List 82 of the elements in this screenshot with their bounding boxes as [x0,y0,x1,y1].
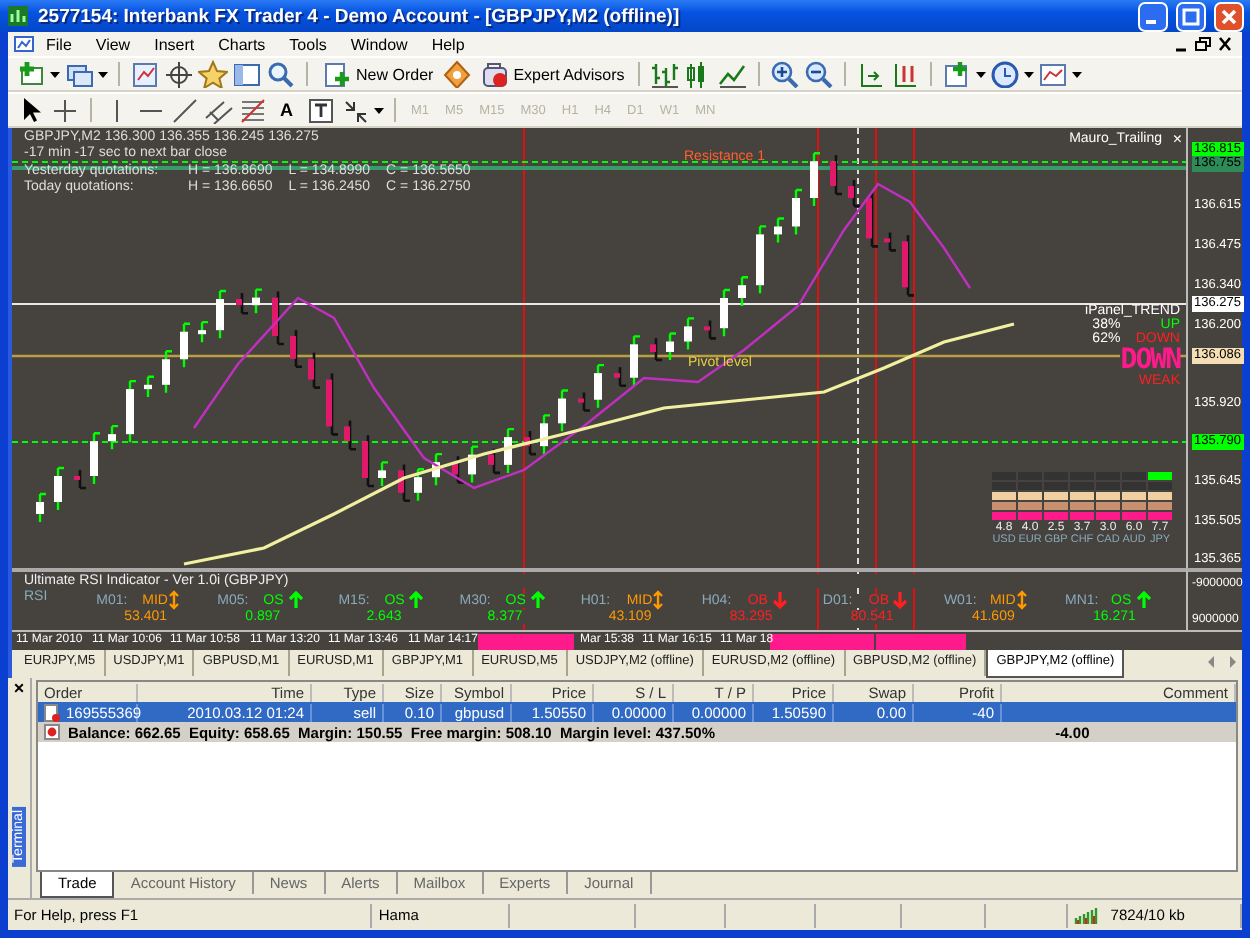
app-icon [6,4,30,28]
candle [558,389,570,433]
candle [774,217,786,244]
candle [902,234,916,297]
candle [884,231,898,252]
candle [198,320,210,344]
text-tool[interactable]: A [272,100,301,120]
candle [830,153,844,196]
candle [308,351,322,389]
candle [432,452,444,487]
trend-line-icon[interactable] [170,96,200,124]
candle [684,317,696,351]
window-title: 2577154: Interbank FX Trader 4 - Demo Account - [GBPJPY,M2 (offline)] [38,5,682,27]
search-icon[interactable] [266,60,296,88]
candle [126,379,138,444]
star-icon[interactable] [198,60,228,88]
channel-icon[interactable] [204,96,234,124]
close-icon[interactable] [1214,34,1236,54]
time-marker [478,634,574,650]
terminal-icon[interactable] [232,60,262,88]
crosshair-icon[interactable] [164,60,194,88]
line-chart-icon[interactable] [718,60,749,88]
candle [326,372,340,436]
templates-icon[interactable] [1038,60,1069,88]
arrows-icon[interactable] [339,96,369,124]
candle [36,492,48,524]
zoom-in-icon[interactable] [770,60,801,88]
menu-item[interactable]: File [34,35,84,53]
trend-signal: DOWN [1120,346,1180,374]
remove-expert-button[interactable]: × [1172,130,1182,148]
candle [216,289,228,340]
menu-item[interactable]: View [83,35,143,53]
zoom-out-icon[interactable] [804,60,835,88]
menu-item[interactable]: Tools [277,35,339,53]
candle [108,424,120,451]
candle [290,328,304,369]
candle [848,178,862,208]
candle [344,419,358,451]
up-arrow-icon [529,590,546,610]
up-arrow-icon [287,590,304,610]
fibonacci-icon[interactable] [238,96,268,124]
close-button[interactable]: × [13,678,25,698]
candle [810,152,822,208]
candle [162,350,174,394]
candle [272,290,286,346]
both-arrows-icon [166,590,183,610]
diamond-icon[interactable] [441,60,472,88]
menu-item[interactable]: Charts [206,35,278,53]
clock-icon[interactable] [990,60,1021,88]
chart-window-icon [14,34,34,54]
market-watch-icon[interactable] [130,60,160,88]
both-arrows-icon [1013,590,1030,610]
down-arrow-icon [892,590,909,610]
auto-scroll-icon[interactable] [890,60,921,88]
both-arrows-icon [650,590,667,610]
restore-icon[interactable] [1192,34,1214,54]
candle [738,276,750,308]
down-arrow-icon [771,590,788,610]
candle [866,190,880,248]
up-arrow-icon [1135,590,1151,610]
candle [792,188,804,236]
menu-item[interactable]: Help [419,35,477,53]
new-order-button[interactable]: New Order [318,60,438,88]
bar-chart-icon[interactable] [650,60,681,88]
new-chart-icon[interactable] [16,60,46,88]
text-label-icon[interactable] [305,96,335,124]
connection-icon [1074,906,1099,924]
candle [756,225,768,295]
up-arrow-icon [408,590,425,610]
chart-shift-icon[interactable] [856,60,887,88]
balance-icon [44,724,60,740]
menu-item[interactable]: Insert [142,35,207,53]
crosshair-icon[interactable] [50,96,80,124]
order-icon [44,703,60,721]
candle [180,322,192,369]
profiles-icon[interactable] [64,60,94,88]
indicators-icon[interactable] [942,60,973,88]
candle [54,466,66,512]
maximize-icon[interactable] [1176,1,1206,31]
candle [144,375,156,399]
expert-advisors-button[interactable]: Expert Advisors [475,60,629,88]
menu-item[interactable]: Window [338,35,420,53]
